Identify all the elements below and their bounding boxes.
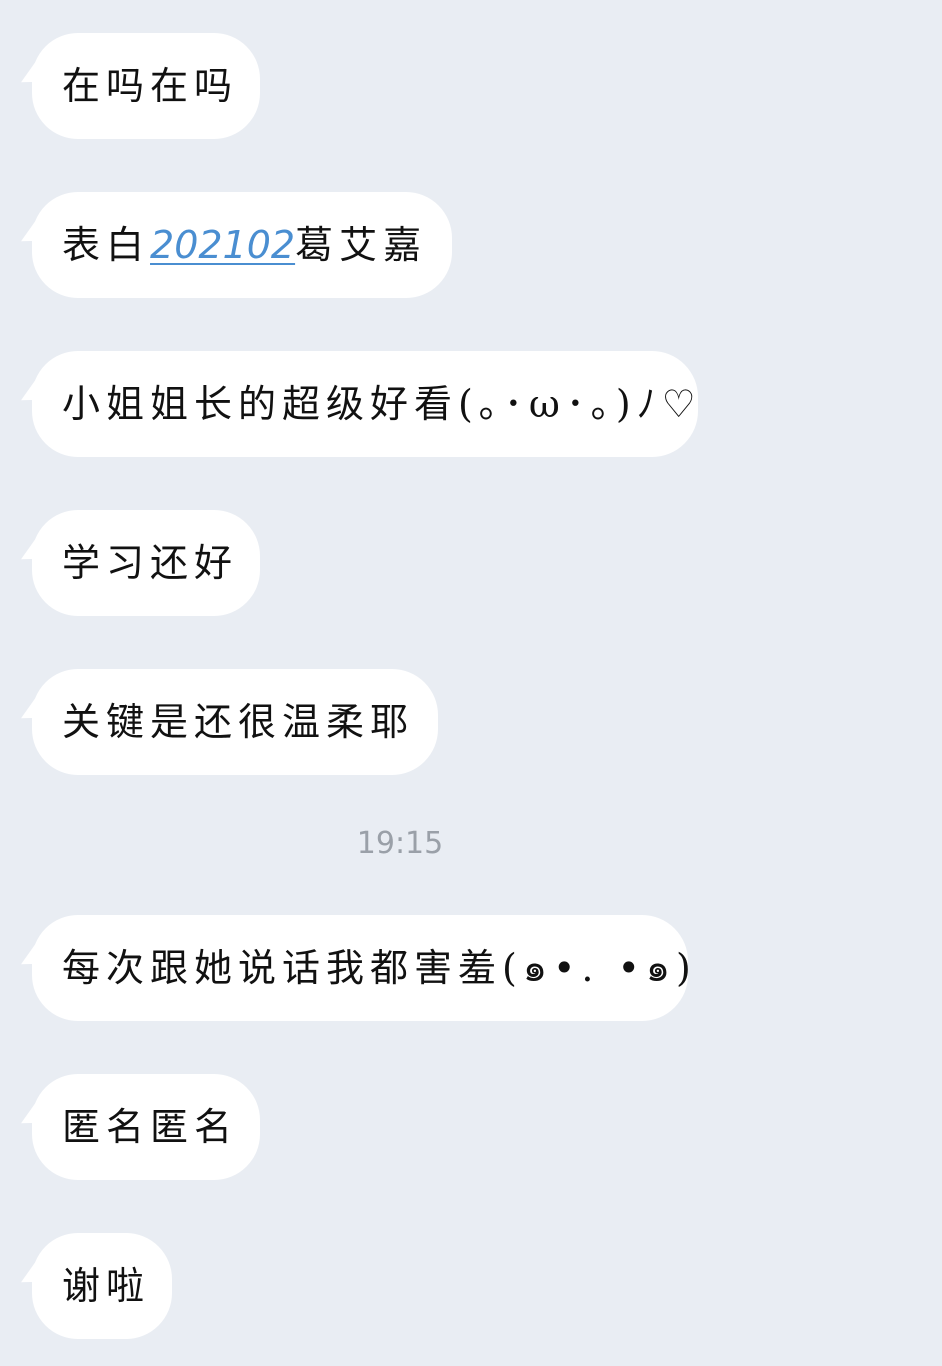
- message-bubble[interactable]: 小姐姐长的超级好看(｡･ω･｡)ﾉ♡: [32, 351, 698, 457]
- number-link[interactable]: 202102: [150, 226, 295, 264]
- message-bubble[interactable]: 谢啦: [32, 1233, 172, 1339]
- message-text: 学习还好: [62, 541, 239, 585]
- message-text: 每次跟她说话我都害羞(๑•. •๑): [62, 946, 697, 990]
- message-bubble[interactable]: 表白 202102 葛艾嘉: [32, 192, 452, 298]
- message-bubble[interactable]: 关键是还很温柔耶: [32, 669, 438, 775]
- message-bubble[interactable]: 在吗在吗: [32, 33, 260, 139]
- message-text: 小姐姐长的超级好看(｡･ω･｡)ﾉ♡: [62, 382, 702, 426]
- timestamp-divider: 19:15: [356, 826, 444, 861]
- message-text-prefix: 表白: [62, 223, 151, 267]
- message-bubble[interactable]: 学习还好: [32, 510, 260, 616]
- message-text: 谢啦: [62, 1264, 151, 1308]
- message-text: 匿名匿名: [62, 1105, 239, 1149]
- message-text: 在吗在吗: [62, 64, 239, 108]
- message-text: 关键是还很温柔耶: [62, 700, 415, 744]
- message-bubble[interactable]: 匿名匿名: [32, 1074, 260, 1180]
- message-bubble[interactable]: 每次跟她说话我都害羞(๑•. •๑): [32, 915, 691, 1021]
- message-text-suffix: 葛艾嘉: [295, 223, 428, 267]
